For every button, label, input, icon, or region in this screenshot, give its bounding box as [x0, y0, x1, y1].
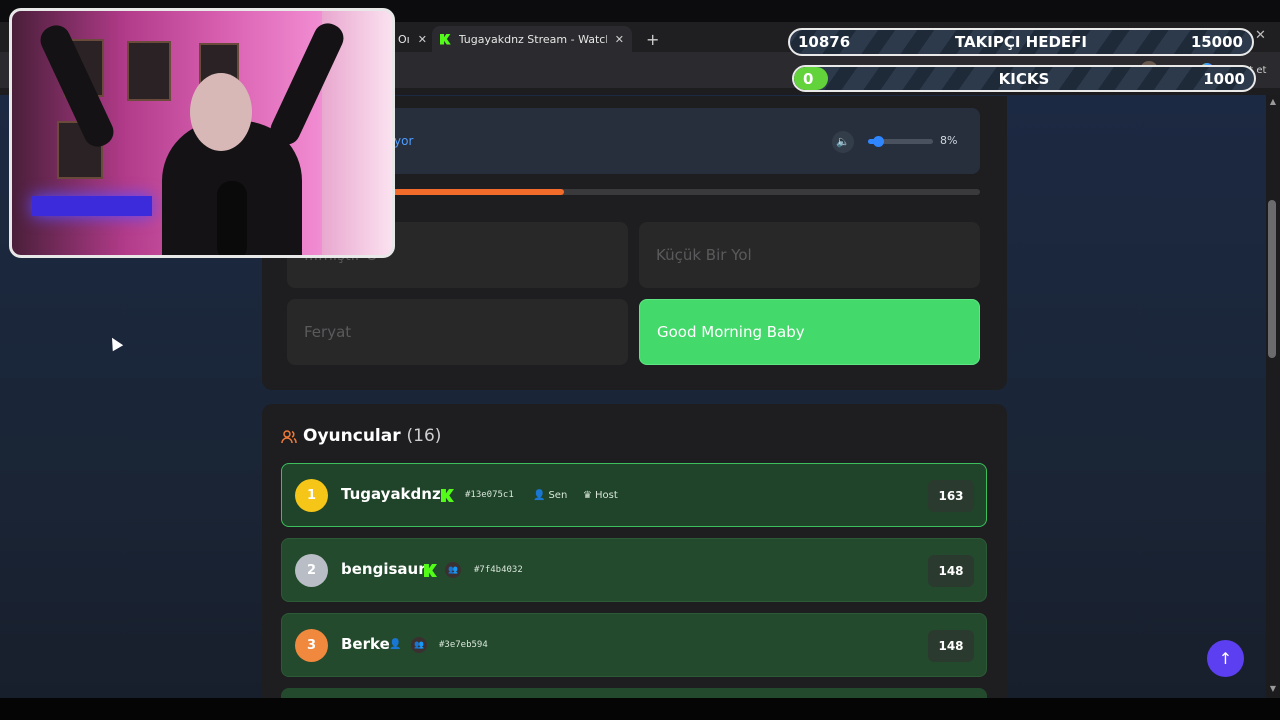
webcam-overlay — [9, 8, 395, 258]
close-icon[interactable]: ✕ — [615, 33, 624, 46]
players-title: Oyuncular — [303, 426, 401, 446]
kicks-goal-label: KICKS — [998, 70, 1050, 88]
follower-goal-target: 15000 — [1190, 33, 1243, 51]
tab-kick-stream-label: Tugayakdnz Stream - Watch Live o — [458, 32, 607, 46]
arrow-up-icon: ↑ — [1218, 649, 1233, 668]
follow-user-icon[interactable]: 👥 — [411, 637, 427, 653]
player-name: Berke — [341, 635, 390, 653]
player-score: 163 — [928, 480, 974, 512]
close-window-icon[interactable]: ✕ — [1255, 28, 1266, 43]
answer-option-2[interactable]: Küçük Bir Yol — [639, 222, 980, 288]
kick-verified-icon — [441, 489, 454, 502]
kicks-goal-target: 1000 — [1203, 70, 1245, 88]
player-id: #7f4b4032 — [474, 565, 523, 575]
you-label: Sen — [548, 490, 568, 501]
follow-user-icon[interactable]: 👥 — [445, 562, 461, 578]
crown-icon: ♛ — [583, 490, 592, 501]
neon-shelf — [32, 196, 152, 216]
answer-option-label: Good Morning Baby — [657, 323, 805, 341]
players-heading: Oyuncular (16) — [303, 426, 441, 446]
answer-option-3[interactable]: Feryat — [287, 299, 628, 365]
player-score: 148 — [928, 630, 974, 662]
scroll-up-arrow-icon[interactable]: ▲ — [1266, 97, 1280, 109]
player-row[interactable]: 1 Tugayakdnz #13e075c1 👤 Sen ♛ Host 163 — [281, 463, 987, 527]
player-name: bengisaur — [341, 560, 426, 578]
host-tag: ♛ Host — [583, 490, 618, 501]
player-row-partial — [281, 688, 987, 698]
close-icon[interactable]: ✕ — [418, 33, 427, 46]
plus-icon: + — [646, 29, 660, 49]
volume-percent: 8% — [940, 134, 958, 147]
tab-previous[interactable]: Oı ✕ — [390, 26, 435, 52]
page-scrollbar[interactable] — [1266, 95, 1280, 698]
scroll-to-top-button[interactable]: ↑ — [1207, 640, 1244, 677]
player-row[interactable]: 3 Berke 👤 👥 #3e7eb594 148 — [281, 613, 987, 677]
new-tab-button[interactable]: + — [638, 26, 667, 52]
rank-badge: 1 — [295, 479, 328, 512]
user-icon: 👤 — [389, 639, 402, 650]
host-label: Host — [594, 490, 618, 501]
rank-badge: 3 — [295, 629, 328, 662]
follower-goal-label: TAKIPÇI HEDEFI — [954, 33, 1087, 51]
wall-photo — [127, 41, 171, 101]
kicks-goal-overlay: 0 KICKS 1000 — [792, 65, 1256, 92]
rank-badge: 2 — [295, 554, 328, 587]
answer-option-label: Küçük Bir Yol — [656, 246, 752, 264]
taskbar-edge — [0, 698, 1280, 720]
streamer-head — [190, 73, 252, 151]
answer-option-4-correct[interactable]: Good Morning Baby — [639, 299, 980, 365]
player-row[interactable]: 2 bengisaur 👥 #7f4b4032 148 — [281, 538, 987, 602]
users-icon — [281, 430, 297, 444]
player-id: #13e075c1 — [465, 490, 514, 500]
volume-slider[interactable] — [868, 136, 933, 147]
players-count: (16) — [406, 426, 442, 446]
answer-option-label: Feryat — [304, 323, 352, 341]
volume-icon[interactable]: 🔈 — [832, 131, 854, 153]
tab-kick-stream[interactable]: Tugayakdnz Stream - Watch Live o ✕ — [432, 26, 632, 52]
player-name: Tugayakdnz — [341, 485, 441, 503]
scroll-down-arrow-icon[interactable]: ▼ — [1266, 684, 1280, 696]
player-score: 148 — [928, 555, 974, 587]
scrollbar-thumb[interactable] — [1268, 200, 1276, 358]
kick-verified-icon — [424, 564, 437, 577]
kick-logo-icon — [440, 33, 451, 45]
tab-previous-label: Oı — [398, 32, 410, 46]
player-id: #3e7eb594 — [439, 640, 488, 650]
user-icon: 👤 — [533, 490, 546, 501]
you-tag: 👤 Sen — [533, 490, 567, 501]
follower-goal-overlay: 10876 TAKIPÇI HEDEFI 15000 — [788, 28, 1254, 56]
microphone — [217, 181, 247, 255]
now-playing-text: yor — [394, 134, 414, 148]
